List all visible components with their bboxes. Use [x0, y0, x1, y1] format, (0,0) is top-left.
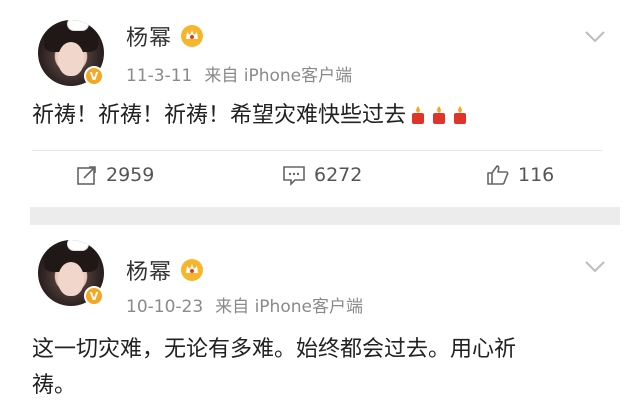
comment-icon [283, 166, 305, 186]
verified-badge-icon: V [84, 286, 104, 306]
comment-count: 6272 [314, 164, 363, 186]
like-count: 116 [518, 164, 555, 186]
crown-icon [181, 25, 203, 47]
post-text-line: 祷。 [32, 373, 77, 398]
chevron-down-icon[interactable] [584, 30, 606, 44]
comment-button[interactable]: 6272 [282, 164, 362, 186]
post-separator [30, 207, 620, 225]
repost-count: 2959 [106, 164, 155, 186]
avatar-face [58, 42, 84, 76]
chevron-down-icon[interactable] [584, 260, 606, 274]
post-date: 10-10-23 [126, 297, 204, 317]
post-meta: 11-3-11 来自 iPhone客户端 [126, 61, 352, 86]
emoji-group [406, 98, 469, 134]
verified-badge-icon: V [84, 66, 104, 86]
post-content: 祈祷！祈祷！祈祷！希望灾难快些过去 [32, 98, 592, 134]
candle-icon [454, 106, 467, 124]
candle-icon [412, 106, 425, 124]
avatar-face [58, 262, 84, 296]
avatar-bow [68, 240, 88, 250]
author-name[interactable]: 杨幂 [126, 20, 172, 52]
candle-icon [433, 106, 446, 124]
weibo-post: V 杨幂 11-3-11 来自 iPhone客户端 祈祷！祈祷！祈祷！希望灾难快些… [0, 0, 640, 200]
weibo-post: V 杨幂 10-10-23 来自 iPhone客户端 这一切灾难，无论有多难。始终… [0, 226, 640, 417]
like-button[interactable]: 116 [486, 164, 554, 186]
post-source: 来自 iPhone客户端 [204, 66, 353, 86]
thumbs-up-icon [487, 165, 509, 185]
repost-icon [77, 166, 96, 185]
crown-icon [181, 259, 203, 281]
repost-button[interactable]: 2959 [76, 164, 154, 186]
post-text: 祈祷！祈祷！祈祷！希望灾难快些过去 [32, 103, 407, 128]
avatar-bow [68, 20, 88, 30]
post-meta: 10-10-23 来自 iPhone客户端 [126, 292, 363, 317]
divider [32, 150, 602, 151]
post-text-line: 这一切灾难，无论有多难。始终都会过去。用心祈 [32, 337, 517, 362]
post-source: 来自 iPhone客户端 [215, 297, 363, 317]
post-date: 11-3-11 [126, 66, 193, 86]
author-name[interactable]: 杨幂 [126, 254, 172, 286]
post-content: 这一切灾难，无论有多难。始终都会过去。用心祈 祷。 [32, 332, 592, 404]
action-bar: 2959 6272 116 [32, 160, 602, 200]
